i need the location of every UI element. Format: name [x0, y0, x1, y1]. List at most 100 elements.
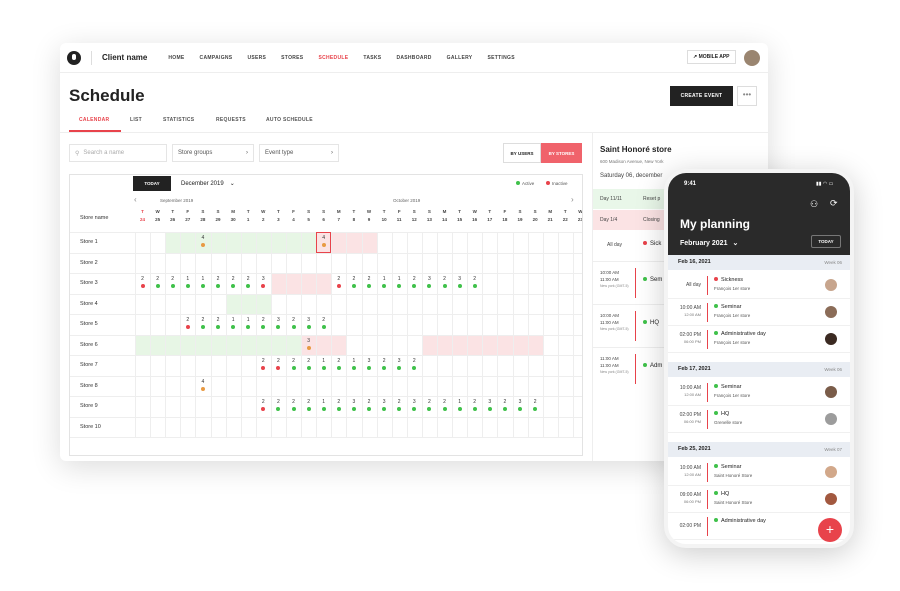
phone-event[interactable]: 10:00 AM 12:00 AM Seminar Saint Honoré Stor…	[668, 459, 850, 486]
event-count[interactable]: 3	[513, 399, 528, 405]
event-count[interactable]: 2	[377, 358, 392, 364]
event-count[interactable]: 2	[331, 399, 346, 405]
store-row-label[interactable]: Store 1	[80, 239, 98, 245]
event-count[interactable]: 3	[362, 358, 377, 364]
event-count[interactable]: 3	[377, 399, 392, 405]
event-count[interactable]: 1	[452, 399, 467, 405]
selected-cell[interactable]	[316, 232, 332, 253]
event-count[interactable]: 2	[407, 358, 422, 364]
event-count[interactable]: 2	[331, 276, 346, 282]
event-count[interactable]: 2	[422, 399, 437, 405]
tab-auto-schedule[interactable]: AUTO SCHEDULE	[266, 117, 313, 123]
event-count[interactable]: 2	[271, 399, 286, 405]
event-count[interactable]: 2	[165, 276, 180, 282]
user-avatar[interactable]	[744, 50, 760, 66]
event-count[interactable]: 2	[362, 276, 377, 282]
event-count[interactable]: 2	[316, 317, 331, 323]
tab-list[interactable]: LIST	[130, 117, 142, 123]
event-count[interactable]: 2	[256, 399, 271, 405]
store-row-label[interactable]: Store 8	[80, 383, 98, 389]
event-count[interactable]: 4	[195, 235, 210, 241]
phone-today-button[interactable]: TODAY	[811, 235, 841, 248]
event-count[interactable]: 1	[316, 399, 331, 405]
event-count[interactable]: 2	[301, 399, 316, 405]
store-row-label[interactable]: Store 5	[80, 321, 98, 327]
event-count[interactable]: 2	[528, 399, 543, 405]
nav-item-users[interactable]: USERS	[247, 55, 266, 61]
store-row-label[interactable]: Store 9	[80, 403, 98, 409]
event-count[interactable]: 3	[482, 399, 497, 405]
event-count[interactable]: 3	[301, 317, 316, 323]
event-count[interactable]: 2	[301, 358, 316, 364]
event-count[interactable]: 2	[331, 358, 346, 364]
today-button[interactable]: TODAY	[133, 176, 171, 191]
nav-item-tasks[interactable]: TASKS	[363, 55, 381, 61]
event-count[interactable]: 2	[180, 317, 195, 323]
nav-item-schedule[interactable]: SCHEDULE	[318, 55, 348, 61]
event-count[interactable]: 1	[195, 276, 210, 282]
event-count[interactable]: 3	[271, 317, 286, 323]
tab-calendar[interactable]: CALENDAR	[79, 117, 109, 123]
event-count[interactable]: 2	[286, 317, 301, 323]
nav-item-home[interactable]: HOME	[168, 55, 184, 61]
event-count[interactable]: 2	[226, 276, 241, 282]
allday-event[interactable]: Sick	[643, 241, 661, 247]
create-event-button[interactable]: CREATE EVENT	[670, 86, 733, 106]
refresh-icon[interactable]: ⟳	[830, 198, 838, 209]
event-count[interactable]: 1	[377, 276, 392, 282]
event-count[interactable]: 2	[286, 358, 301, 364]
event-count[interactable]: 3	[392, 358, 407, 364]
event-count[interactable]: 4	[195, 379, 210, 385]
phone-event[interactable]: 02:00 PM 06:00 PM Administrative day Franço…	[668, 326, 850, 353]
add-event-fab[interactable]: +	[818, 518, 842, 542]
event-count[interactable]: 2	[407, 276, 422, 282]
tab-requests[interactable]: REQUESTS	[216, 117, 246, 123]
schedule-bar[interactable]	[225, 293, 271, 314]
event-count[interactable]: 2	[211, 276, 226, 282]
event-count[interactable]: 2	[467, 399, 482, 405]
event-count[interactable]: 2	[135, 276, 150, 282]
event-count[interactable]: 2	[241, 276, 256, 282]
event-count[interactable]: 3	[256, 276, 271, 282]
tab-statistics[interactable]: STATISTICS	[163, 117, 194, 123]
event-count[interactable]: 2	[346, 276, 361, 282]
nav-item-gallery[interactable]: GALLERY	[447, 55, 473, 61]
event-count[interactable]: 3	[301, 338, 316, 344]
store-row-label[interactable]: Store 10	[80, 424, 101, 430]
event-count[interactable]: 2	[286, 399, 301, 405]
event-count[interactable]: 1	[392, 276, 407, 282]
event-count[interactable]: 1	[226, 317, 241, 323]
phone-event[interactable]: 10:00 AM 12:00 AM Seminar François 1er stor…	[668, 379, 850, 406]
event-count[interactable]: 2	[195, 317, 210, 323]
event-count[interactable]: 1	[180, 276, 195, 282]
event-count[interactable]: 3	[346, 399, 361, 405]
phone-event[interactable]: 10:00 AM 12:00 AM Seminar François 1er stor…	[668, 299, 850, 326]
store-row-label[interactable]: Store 4	[80, 301, 98, 307]
by-users-toggle[interactable]: BY USERS	[503, 143, 541, 163]
search-input[interactable]: ⚲ Search a name	[69, 144, 167, 162]
event-count[interactable]: 2	[150, 276, 165, 282]
nav-item-dashboard[interactable]: DASHBOARD	[396, 55, 431, 61]
mobile-app-button[interactable]: ↗ MOBILE APP	[687, 50, 736, 64]
event-count[interactable]: 1	[346, 358, 361, 364]
phone-event[interactable]: 02:00 PM 06:00 PM HQ Grenelle store	[668, 406, 850, 433]
chevron-right-icon[interactable]: ›	[571, 195, 574, 204]
event-count[interactable]: 2	[392, 399, 407, 405]
store-groups-select[interactable]: Store groups ›	[172, 144, 254, 162]
event-count[interactable]: 3	[407, 399, 422, 405]
store-row-label[interactable]: Store 7	[80, 362, 98, 368]
by-stores-toggle[interactable]: BY STORES	[541, 143, 582, 163]
event-count[interactable]: 2	[437, 399, 452, 405]
event-count[interactable]: 2	[256, 317, 271, 323]
event-count[interactable]: 1	[241, 317, 256, 323]
chevron-left-icon[interactable]: ‹	[134, 195, 137, 204]
users-icon[interactable]: ⚇	[810, 199, 818, 210]
nav-item-stores[interactable]: STORES	[281, 55, 303, 61]
event-count[interactable]: 3	[452, 276, 467, 282]
store-row-label[interactable]: Store 6	[80, 342, 98, 348]
phone-event[interactable]: All day Sickness François 1er store	[668, 272, 850, 299]
phone-month-selector[interactable]: February 2021 ⌄	[680, 239, 738, 247]
nav-item-settings[interactable]: SETTINGS	[487, 55, 514, 61]
event-count[interactable]: 2	[271, 358, 286, 364]
schedule-bar[interactable]	[135, 334, 302, 355]
